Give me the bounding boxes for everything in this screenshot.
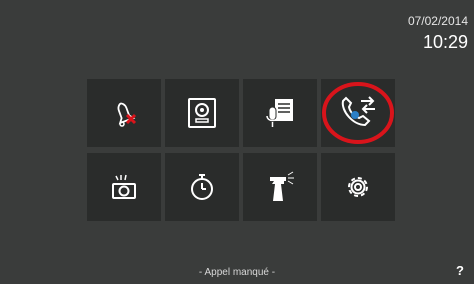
tile-voice-memo[interactable] [243,79,317,147]
menu-grid [87,79,399,221]
tile-settings[interactable] [321,153,395,221]
tile-timer[interactable] [165,153,239,221]
help-button[interactable]: ? [456,263,464,278]
call-transfer-icon [322,82,394,144]
tile-cleaning-spray[interactable] [243,153,317,221]
time-label: 10:29 [422,32,468,52]
intercom-screen: 07/02/2014 10:29 - Appel manqué - ? [0,0,474,284]
cleaning-spray-icon [270,171,294,201]
tile-call-transfer[interactable] [321,79,395,147]
status-message: - Appel manqué - [198,267,276,278]
intercom-panel-icon [188,98,216,128]
tile-camera[interactable] [87,153,161,221]
settings-gear-icon [348,177,368,197]
camera-icon [112,174,136,199]
tile-intercom-panel[interactable] [165,79,239,147]
voice-memo-icon [266,99,293,127]
timer-icon [191,174,213,200]
tile-bell-muted[interactable] [87,79,161,147]
bell-muted-icon [117,102,137,127]
date-label: 07/02/2014 [407,14,468,28]
